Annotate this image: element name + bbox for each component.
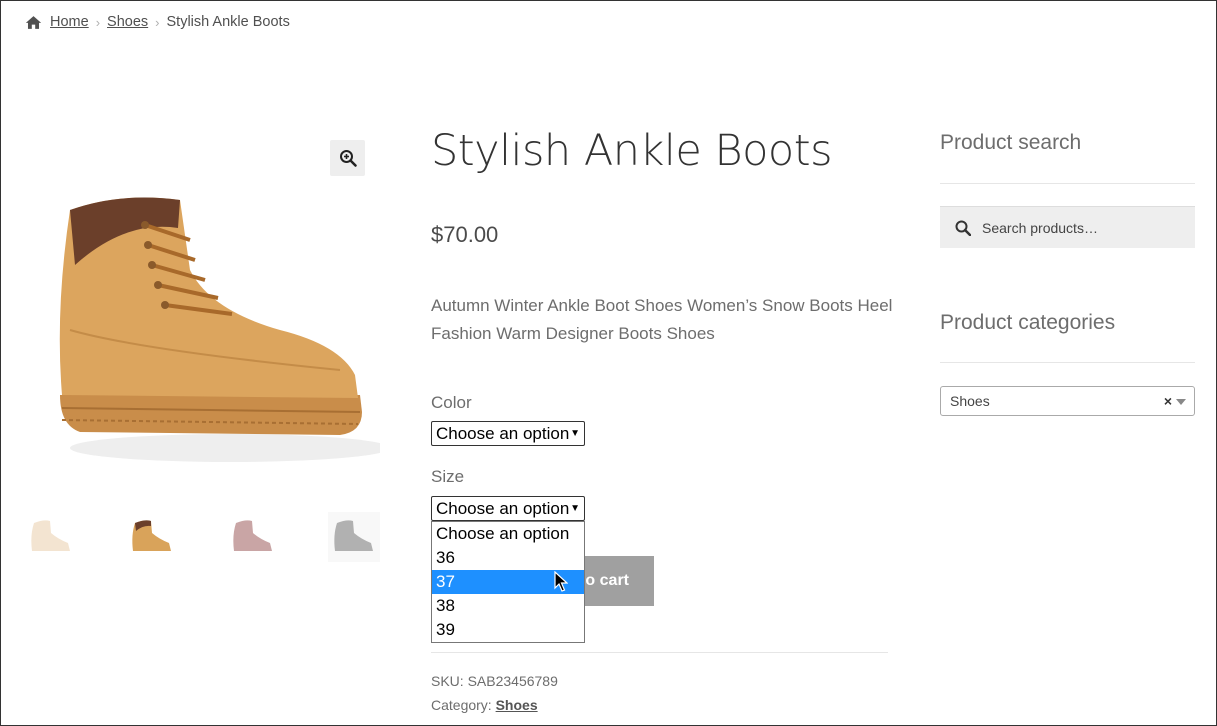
size-option[interactable]: 36 <box>432 546 584 570</box>
thumbnail-2[interactable] <box>126 512 178 562</box>
size-option[interactable]: 39 <box>432 618 584 642</box>
thumbnail-list <box>25 512 429 562</box>
category-label: Category: <box>431 697 492 713</box>
thumbnail-1[interactable] <box>25 512 77 562</box>
product-price: $70.00 <box>431 222 499 247</box>
color-select-value: Choose an option <box>436 423 570 443</box>
chevron-down-icon: ▼ <box>570 503 580 514</box>
boot-thumbnail-image <box>334 520 373 551</box>
breadcrumb-home-link[interactable]: Home <box>50 14 89 30</box>
product-search-box <box>940 206 1195 248</box>
thumbnail-3[interactable] <box>227 512 279 562</box>
search-input[interactable] <box>980 218 1184 237</box>
size-select[interactable]: Choose an option ▼ <box>431 496 585 521</box>
boot-thumbnail-image <box>132 520 171 551</box>
product-main-image[interactable] <box>40 180 380 470</box>
sku-line: SKU: SAB23456789 <box>431 673 558 689</box>
divider <box>940 362 1195 363</box>
zoom-in-icon <box>339 150 357 167</box>
product-categories-title: Product categories <box>940 311 1116 334</box>
product-description: Autumn Winter Ankle Boot Shoes Women’s S… <box>431 296 893 343</box>
chevron-right-icon: › <box>95 14 101 30</box>
breadcrumb: Home › Shoes › Stylish Ankle Boots <box>25 14 290 30</box>
breadcrumb-shoes-link[interactable]: Shoes <box>107 14 148 30</box>
category-select[interactable]: Shoes × <box>940 386 1195 416</box>
chevron-right-icon: › <box>155 14 160 30</box>
sku-value: SAB23456789 <box>467 673 558 689</box>
boot-thumbnail-image <box>233 520 272 551</box>
chevron-down-icon: ▼ <box>570 428 580 439</box>
home-icon <box>25 15 42 29</box>
divider <box>940 183 1195 184</box>
search-icon <box>955 220 971 236</box>
size-label: Size <box>431 467 465 486</box>
dropdown-arrow-icon <box>1176 399 1186 405</box>
divider <box>431 652 888 653</box>
product-title: Stylish Ankle Boots <box>431 126 833 176</box>
color-label: Color <box>431 393 472 412</box>
mouse-cursor-icon <box>554 571 568 592</box>
boot-thumbnail-image <box>31 520 70 551</box>
thumbnail-4[interactable] <box>328 512 380 562</box>
category-select-value: Shoes <box>950 393 990 409</box>
size-option[interactable]: 38 <box>432 594 584 618</box>
size-select-value: Choose an option <box>436 498 570 518</box>
color-select[interactable]: Choose an option ▼ <box>431 421 585 446</box>
clear-icon[interactable]: × <box>1164 393 1172 409</box>
category-link[interactable]: Shoes <box>496 697 538 713</box>
category-line: Category: Shoes <box>431 697 538 713</box>
sku-label: SKU: <box>431 673 464 689</box>
zoom-button[interactable] <box>330 140 365 176</box>
breadcrumb-current: Stylish Ankle Boots <box>166 14 290 30</box>
size-option[interactable]: Choose an option <box>432 522 584 546</box>
product-search-title: Product search <box>940 131 1082 154</box>
